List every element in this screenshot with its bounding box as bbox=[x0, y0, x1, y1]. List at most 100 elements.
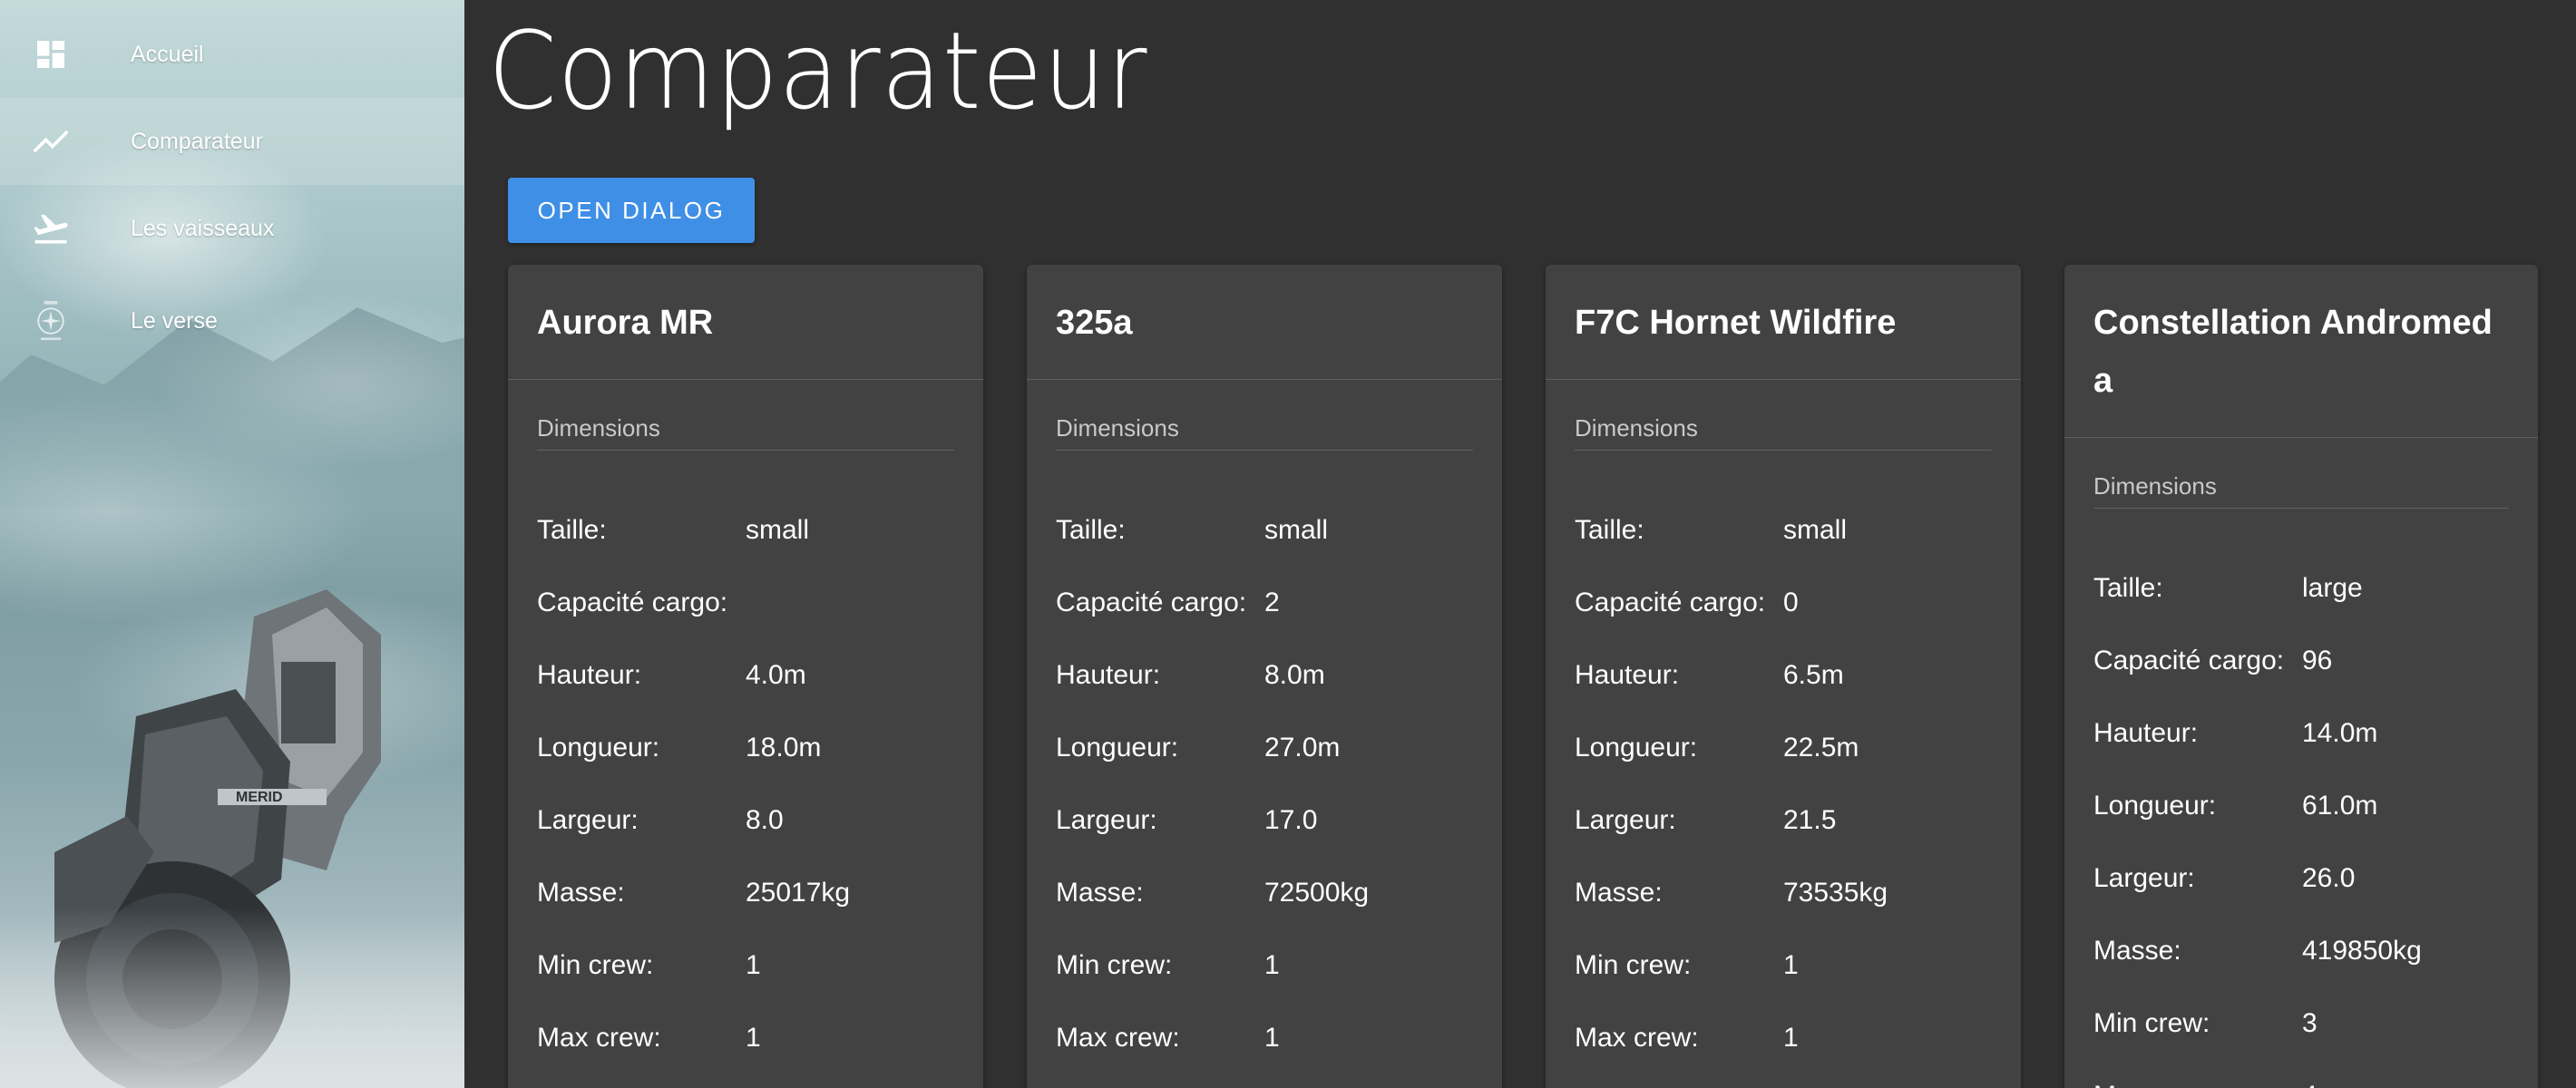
spec-row-size: Taille: small bbox=[537, 494, 954, 567]
spec-label: Masse: bbox=[537, 878, 625, 908]
spec-label: Longueur: bbox=[1575, 733, 1698, 763]
spec-label: Largeur: bbox=[2093, 863, 2195, 893]
spec-row-mass: Masse: 25017kg bbox=[537, 857, 954, 929]
spec-label: Largeur: bbox=[537, 805, 639, 835]
svg-text:MERID: MERID bbox=[236, 790, 283, 805]
spec-label: Masse: bbox=[1056, 878, 1144, 908]
section-title-dimensions: Dimensions bbox=[2093, 472, 2509, 509]
spec-value: 8.0m bbox=[1264, 660, 1325, 690]
spec-row-height: Hauteur: 6.5m bbox=[1575, 639, 1992, 712]
sidebar-item-comparateur[interactable]: Comparateur bbox=[0, 98, 464, 185]
spec-row-min-crew: Min crew: 1 bbox=[537, 929, 954, 1002]
spec-label: Min crew: bbox=[1056, 950, 1173, 980]
spec-label: Largeur: bbox=[1575, 805, 1676, 835]
spec-row-min-crew: Min crew: 1 bbox=[1056, 929, 1473, 1002]
spec-value: large bbox=[2302, 573, 2363, 603]
spec-row-max-crew: Max crew: 1 bbox=[1575, 1002, 1992, 1074]
sidebar-item-vaisseaux[interactable]: Les vaisseaux bbox=[0, 185, 464, 272]
sidebar-item-verse[interactable]: Le verse bbox=[0, 272, 464, 370]
spec-row-height: Hauteur: 8.0m bbox=[1056, 639, 1473, 712]
trending-up-icon bbox=[31, 121, 71, 161]
spec-value: 96 bbox=[2302, 646, 2333, 675]
spec-value: 61.0m bbox=[2302, 791, 2378, 821]
spec-value: small bbox=[1264, 515, 1329, 545]
spec-row-min-crew: Min crew: 1 bbox=[1575, 929, 1992, 1002]
sidebar-item-accueil[interactable]: Accueil bbox=[0, 11, 464, 98]
spec-row-length: Longueur: 18.0m bbox=[537, 712, 954, 784]
spec-value: 3 bbox=[2302, 1008, 2317, 1038]
spec-value: 21.5 bbox=[1783, 805, 1837, 835]
spec-row-length: Longueur: 22.5m bbox=[1575, 712, 1992, 784]
spec-label: Taille: bbox=[1056, 515, 1126, 545]
spec-value: 419850kg bbox=[2302, 936, 2422, 966]
spec-value: 6.5m bbox=[1783, 660, 1844, 690]
spec-label: Largeur: bbox=[1056, 805, 1157, 835]
spec-label: Longueur: bbox=[1056, 733, 1179, 763]
spec-row-size: Taille: large bbox=[2093, 552, 2509, 625]
spec-value: 17.0 bbox=[1264, 805, 1318, 835]
spec-value: 18.0m bbox=[746, 733, 822, 763]
spec-row-mass: Masse: 73535kg bbox=[1575, 857, 1992, 929]
page-title: Comparateur bbox=[488, 8, 1148, 133]
spec-value: 4.0m bbox=[746, 660, 806, 690]
spec-row-cargo: Capacité cargo: 2 bbox=[1056, 567, 1473, 639]
spec-label: Hauteur: bbox=[537, 660, 642, 690]
spec-value: 1 bbox=[1264, 1023, 1280, 1053]
spec-value: 73535kg bbox=[1783, 878, 1888, 908]
spec-row-height: Hauteur: 14.0m bbox=[2093, 697, 2509, 770]
spec-value: 1 bbox=[1783, 950, 1799, 980]
spec-value: 0 bbox=[1783, 588, 1799, 617]
sidebar-nav: Accueil Comparateur Les vaisseaux Le ver… bbox=[0, 11, 464, 370]
spec-row-length: Longueur: 27.0m bbox=[1056, 712, 1473, 784]
main-content: Comparateur OPEN DIALOG Aurora MR Dimens… bbox=[464, 0, 2576, 1088]
flight-takeoff-icon bbox=[31, 209, 71, 248]
sidebar-item-label: Comparateur bbox=[131, 128, 263, 154]
ship-card: Aurora MR Dimensions Taille: small Capaci… bbox=[508, 265, 983, 1088]
spec-row-length: Longueur: 61.0m bbox=[2093, 770, 2509, 842]
spec-label: Longueur: bbox=[2093, 791, 2217, 821]
sidebar-item-label: Le verse bbox=[131, 307, 218, 334]
spec-row-height: Hauteur: 4.0m bbox=[537, 639, 954, 712]
spec-row-width: Largeur: 8.0 bbox=[537, 784, 954, 857]
section-title-dimensions: Dimensions bbox=[1575, 414, 1992, 451]
spec-label: Max crew: bbox=[1575, 1023, 1699, 1053]
ship-name: 325a bbox=[1027, 265, 1502, 380]
sidebar-item-label: Accueil bbox=[131, 41, 204, 67]
ship-card: 325a Dimensions Taille: small Capacité ca… bbox=[1027, 265, 1502, 1088]
spec-label: Max crew: bbox=[2093, 1081, 2302, 1088]
spec-label: Hauteur: bbox=[1056, 660, 1161, 690]
ship-card: F7C Hornet Wildfire Dimensions Taille: sm… bbox=[1546, 265, 2021, 1088]
spec-value: 2 bbox=[1264, 588, 1280, 617]
app: MERID Accueil Comparateur Les vaisseaux … bbox=[0, 0, 2576, 1088]
ship-name: F7C Hornet Wildfire bbox=[1546, 265, 2021, 380]
spec-label: Masse: bbox=[1575, 878, 1663, 908]
spec-row-cargo: Capacité cargo: 0 bbox=[1575, 567, 1992, 639]
spec-row-width: Largeur: 26.0 bbox=[2093, 842, 2509, 915]
sidebar: MERID Accueil Comparateur Les vaisseaux … bbox=[0, 0, 464, 1088]
spec-row-width: Largeur: 17.0 bbox=[1056, 784, 1473, 857]
spec-value: 14.0m bbox=[2302, 718, 2378, 748]
spec-label: Taille: bbox=[2093, 573, 2163, 603]
spec-label: Hauteur: bbox=[2093, 718, 2199, 748]
open-dialog-button[interactable]: OPEN DIALOG bbox=[508, 178, 755, 243]
ship-name: Aurora MR bbox=[508, 265, 983, 380]
spec-label: Taille: bbox=[1575, 515, 1644, 545]
spec-row-mass: Masse: 72500kg bbox=[1056, 857, 1473, 929]
sidebar-item-label: Les vaisseaux bbox=[131, 215, 275, 241]
spec-label: Taille: bbox=[537, 515, 607, 545]
spec-label: Capacité cargo: bbox=[1056, 588, 1247, 617]
spec-label: Hauteur: bbox=[1575, 660, 1680, 690]
spec-row-cargo: Capacité cargo: bbox=[537, 567, 954, 639]
spec-value: 1 bbox=[746, 1023, 761, 1053]
dashboard-icon bbox=[31, 34, 71, 74]
spec-row-max-crew: Max crew: 1 bbox=[1056, 1002, 1473, 1074]
spec-value: 25017kg bbox=[746, 878, 851, 908]
section-title-dimensions: Dimensions bbox=[537, 414, 954, 451]
spec-value: 27.0m bbox=[1264, 733, 1341, 763]
spec-label: Max crew: bbox=[1056, 1023, 1180, 1053]
spec-row-width: Largeur: 21.5 bbox=[1575, 784, 1992, 857]
spec-row-cargo: Capacité cargo: 96 bbox=[2093, 625, 2509, 697]
background-fog bbox=[0, 907, 464, 1088]
spec-value: 1 bbox=[746, 950, 761, 980]
spec-row-max-crew: Max crew:4 bbox=[2093, 1060, 2509, 1088]
